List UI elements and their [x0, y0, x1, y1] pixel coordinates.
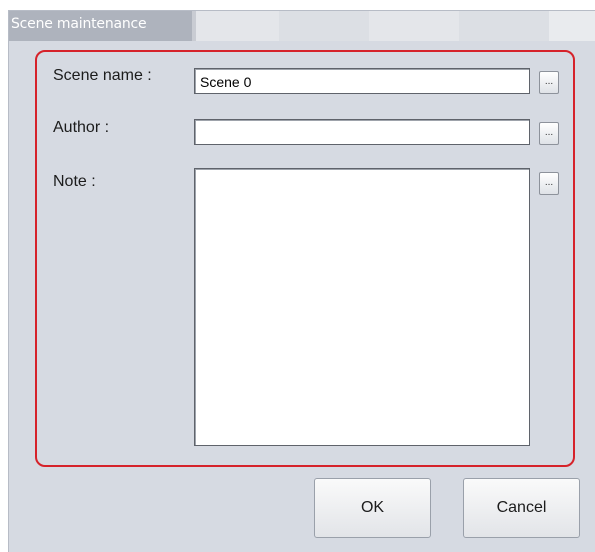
author-label: Author : — [53, 119, 110, 136]
title-bar: Scene maintenance — [9, 11, 595, 41]
note-textarea[interactable] — [194, 168, 530, 446]
scene-name-label: Scene name : — [53, 67, 152, 84]
author-browse-button[interactable]: ... — [539, 122, 559, 145]
note-browse-button[interactable]: ... — [539, 172, 559, 195]
dialog-title: Scene maintenance — [11, 16, 147, 32]
author-input[interactable] — [194, 119, 530, 145]
scene-name-input[interactable]: Scene 0 — [194, 68, 530, 94]
note-label: Note : — [53, 173, 96, 190]
ok-button[interactable]: OK — [314, 478, 431, 538]
scene-name-browse-button[interactable]: ... — [539, 71, 559, 94]
scene-maintenance-dialog: Scene maintenance Scene name : Scene 0 .… — [8, 10, 595, 552]
cancel-button[interactable]: Cancel — [463, 478, 580, 538]
